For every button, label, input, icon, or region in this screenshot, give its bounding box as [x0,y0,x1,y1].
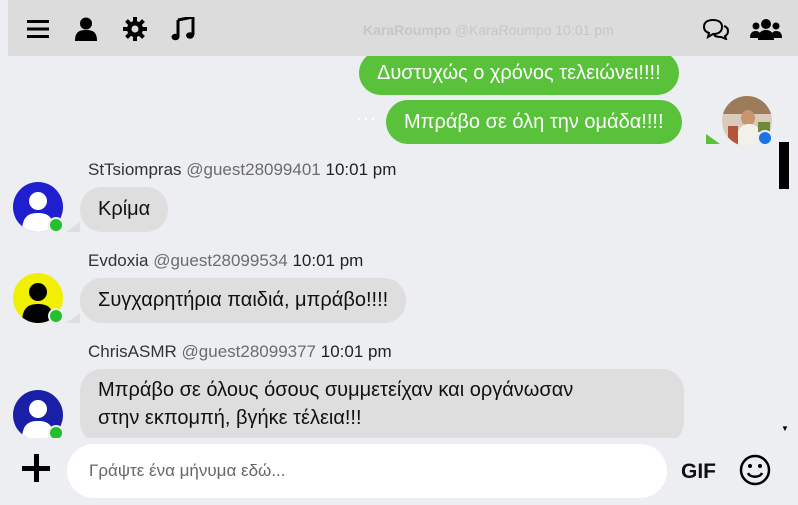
username[interactable]: Evdoxia [88,251,148,270]
smiley-icon[interactable] [739,454,771,486]
user-handle: @guest28099377 [181,342,317,361]
online-status-dot [48,217,64,233]
music-note-icon[interactable] [170,16,196,42]
incoming-message-bubble: Κρίμα [80,187,169,232]
incoming-message-bubble: Μπράβο σε όλους όσους συμμετείχαν και ορ… [80,369,684,438]
online-status-dot [48,308,64,324]
bubble-tail [66,222,80,232]
message-meta: StTsiompras @guest28099401 10:01 pm [88,160,396,180]
user-handle: @guest28099534 [153,251,288,270]
chat-messages-area[interactable]: Δυστυχώς ο χρόνος τελειώνει!!!! ··· Μπρά… [0,56,798,438]
hamburger-menu-icon[interactable] [25,16,51,42]
message-text: Δυστυχώς ο χρόνος τελειώνει!!!! [377,62,661,84]
timestamp: 10:01 pm [292,251,364,270]
message-meta: ChrisASMR @guest28099377 10:01 pm [88,342,392,362]
scroll-down-arrow[interactable]: ▼ [781,424,789,433]
bubble-tail [706,134,720,144]
group-users-icon[interactable] [750,16,782,42]
incoming-message-bubble: Συγχαρητήρια παιδιά, μπράβο!!!! [80,278,407,323]
gear-icon[interactable] [122,16,148,42]
username[interactable]: ChrisASMR [88,342,177,361]
message-text: Συγχαρητήρια παιδιά, μπράβο!!!! [98,289,389,311]
outgoing-message-bubble: Δυστυχώς ο χρόνος τελειώνει!!!! [359,56,679,95]
user-icon[interactable] [73,16,99,42]
message-text-line: Μπράβο σε όλους όσους συμμετείχαν και ορ… [98,379,574,401]
scrollbar-thumb[interactable] [779,142,789,189]
outgoing-message-bubble: Μπράβο σε όλη την ομάδα!!!! [386,100,682,144]
username[interactable]: StTsiompras [88,160,182,179]
message-text-line: στην εκπομπή, βγήκε τέλεια!!! [98,407,362,429]
plus-icon[interactable] [22,454,52,484]
chat-bubbles-icon[interactable] [701,16,731,42]
status-dot [757,130,773,146]
online-status-dot [48,425,64,438]
top-bar: KaraRoumpo @KaraRoumpo 10:01 pm [0,0,798,56]
message-composer: GIF [0,438,798,505]
bubble-tail [66,313,80,323]
timestamp: 10:01 pm [320,342,392,361]
message-text: Μπράβο σε όλη την ομάδα!!!! [404,111,664,133]
timestamp: 10:01 pm [325,160,397,179]
faded-message-header: KaraRoumpo @KaraRoumpo 10:01 pm [363,22,614,38]
message-input[interactable] [67,444,667,498]
message-text: Κρίμα [98,198,151,220]
message-options-icon[interactable]: ··· [356,108,377,129]
user-handle: @guest28099401 [186,160,321,179]
message-meta: Evdoxia @guest28099534 10:01 pm [88,251,363,271]
gif-button[interactable]: GIF [681,460,716,484]
